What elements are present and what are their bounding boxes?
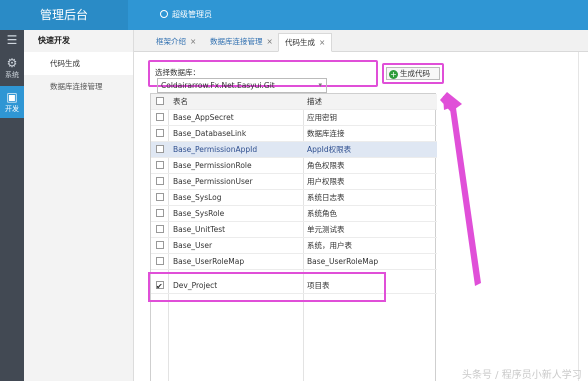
content-edge <box>578 52 579 381</box>
table-row[interactable]: Base_PermissionUser 用户权限表 <box>151 174 437 190</box>
generate-code-button[interactable]: + 生成代码 <box>386 67 440 80</box>
rail-item-develop[interactable]: ▣ 开发 <box>0 86 24 118</box>
table-row[interactable]: Base_SysRole 系统角色 <box>151 206 437 222</box>
add-icon: + <box>389 70 398 79</box>
collapse-menu-button[interactable]: ☰ <box>0 30 24 50</box>
table-desc-cell: 系统角色 <box>307 209 337 218</box>
gear-icon: ⚙ <box>6 56 18 70</box>
watermark: 头条号 / 程序员小新人学习 <box>462 370 582 381</box>
table-header: 表名 描述 <box>151 94 437 110</box>
rail-item-label: 系统 <box>5 71 19 79</box>
table-list: 表名 描述 Base_AppSecret 应用密钥 Base_DatabaseLi… <box>150 93 437 381</box>
table-name-cell: Base_SysLog <box>173 193 222 202</box>
table-name-cell: Base_PermissionRole <box>173 161 252 170</box>
user-icon <box>160 10 168 18</box>
chevron-down-icon[interactable]: ▾ <box>318 79 322 92</box>
column-header-desc: 描述 <box>307 97 322 106</box>
tab-framework-intro[interactable]: 框架介绍 × <box>150 33 202 52</box>
tab-code-gen[interactable]: 代码生成 × <box>278 33 333 52</box>
table-name-cell: Base_PermissionAppId <box>173 145 258 154</box>
table-row[interactable]: Base_PermissionAppId AppId权限表 <box>151 142 437 158</box>
arrow-tip <box>440 92 462 112</box>
table-desc-cell: 应用密钥 <box>307 113 337 122</box>
row-checkbox[interactable] <box>156 129 164 137</box>
tab-label: 框架介绍 <box>156 37 186 46</box>
close-icon[interactable]: × <box>190 37 196 46</box>
table-row[interactable]: Base_AppSecret 应用密钥 <box>151 110 437 126</box>
menu-section-title: 快速开发 <box>38 36 70 45</box>
rail-item-system[interactable]: ⚙ 系统 <box>0 52 24 84</box>
row-checkbox[interactable] <box>156 193 164 201</box>
table-desc-cell: 角色权限表 <box>307 161 345 170</box>
table-desc-cell: 单元测试表 <box>307 225 345 234</box>
table-desc-cell: Base_UserRoleMap <box>307 257 379 266</box>
tab-strip: 框架介绍 × 数据库连接管理 × 代码生成 × <box>134 30 588 52</box>
cube-icon: ▣ <box>6 90 18 104</box>
close-icon[interactable]: × <box>319 38 325 47</box>
table-name-cell: Base_DatabaseLink <box>173 129 247 138</box>
table-name-cell: Base_PermissionUser <box>173 177 253 186</box>
db-select-group: 选择数据库： Coldairarrow.Fx.Net.Easyui.Git ▾ <box>148 60 378 93</box>
table-desc-cell: AppId权限表 <box>307 145 352 154</box>
table-name-cell: Base_UserRoleMap <box>173 257 245 266</box>
row-checkbox[interactable] <box>156 241 164 249</box>
table-name-cell: Base_UnitTest <box>173 225 226 234</box>
table-row[interactable]: Base_SysLog 系统日志表 <box>151 190 437 206</box>
table-desc-cell: 用户权限表 <box>307 177 345 186</box>
generate-code-group: + 生成代码 <box>382 63 444 84</box>
table-desc-cell: 系统，用户表 <box>307 241 352 250</box>
close-icon[interactable]: × <box>267 37 273 46</box>
table-name-cell: Base_User <box>173 241 213 250</box>
hamburger-icon: ☰ <box>6 33 18 47</box>
tab-label: 数据库连接管理 <box>210 37 263 46</box>
row-checkbox[interactable] <box>156 225 164 233</box>
table-name-cell: Base_SysRole <box>173 209 225 218</box>
module-rail: ☰ ⚙ 系统 ▣ 开发 <box>0 30 24 381</box>
tab-label: 代码生成 <box>285 38 315 47</box>
arrow-shaft <box>449 101 481 286</box>
db-select-value: Coldairarrow.Fx.Net.Easyui.Git <box>161 81 275 90</box>
tab-db-link[interactable]: 数据库连接管理 × <box>204 33 279 52</box>
row-checkbox[interactable] <box>156 177 164 185</box>
rail-item-label: 开发 <box>5 105 19 113</box>
user-name: 超级管理员 <box>172 10 212 19</box>
selection-highlight-box <box>148 272 386 302</box>
select-all-checkbox[interactable] <box>156 97 164 105</box>
menu-item-code-gen[interactable]: 代码生成 <box>24 52 133 75</box>
column-header-name: 表名 <box>173 97 188 106</box>
generate-code-label: 生成代码 <box>400 69 430 78</box>
table-name-cell: Base_AppSecret <box>173 113 234 122</box>
arrow-head <box>443 96 461 110</box>
table-row[interactable]: Base_UnitTest 单元测试表 <box>151 222 437 238</box>
db-select-label: 选择数据库： <box>155 68 200 77</box>
menu-item-db-link[interactable]: 数据库连接管理 <box>24 75 133 98</box>
table-desc-cell: 系统日志表 <box>307 193 345 202</box>
table-row[interactable]: Base_DatabaseLink 数据库连接 <box>151 126 437 142</box>
row-checkbox[interactable] <box>156 209 164 217</box>
table-desc-cell: 数据库连接 <box>307 129 345 138</box>
row-checkbox[interactable] <box>156 113 164 121</box>
row-checkbox[interactable] <box>156 161 164 169</box>
side-menu: 快速开发 代码生成 数据库连接管理 <box>24 30 134 381</box>
table-row[interactable]: Base_User 系统，用户表 <box>151 238 437 254</box>
app-title: 管理后台 <box>0 0 128 30</box>
current-user[interactable]: 超级管理员 <box>160 0 212 30</box>
row-checkbox[interactable] <box>156 257 164 265</box>
db-select[interactable]: Coldairarrow.Fx.Net.Easyui.Git ▾ <box>157 78 327 93</box>
top-bar: 管理后台 超级管理员 <box>0 0 588 30</box>
row-checkbox[interactable] <box>156 145 164 153</box>
table-row[interactable]: Base_PermissionRole 角色权限表 <box>151 158 437 174</box>
table-row[interactable]: Base_UserRoleMap Base_UserRoleMap <box>151 254 437 270</box>
